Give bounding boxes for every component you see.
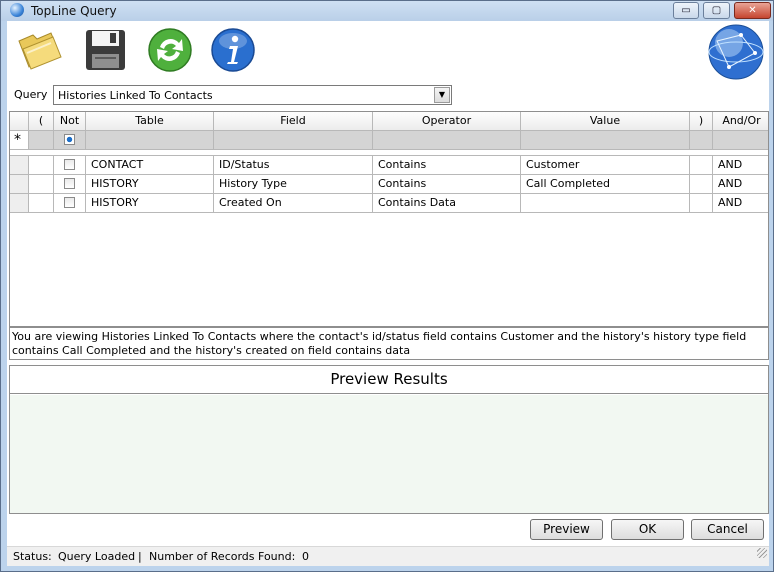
table-row[interactable]: HISTORY History Type Contains Call Compl… [10,175,768,194]
info-icon[interactable] [210,27,257,73]
column-header-operator[interactable]: Operator [373,112,521,131]
cell-not[interactable] [54,156,86,175]
title-bar[interactable]: TopLine Query ▭ ▢ ✕ [1,1,773,21]
new-row-field[interactable] [214,131,373,150]
status-bar: Status: Query Loaded | Number of Records… [7,546,769,566]
refresh-icon[interactable] [147,27,193,73]
cell-value[interactable]: Call Completed [521,175,690,194]
column-header-close-paren[interactable]: ) [690,112,713,131]
query-label: Query [14,88,48,101]
row-selector[interactable] [10,175,29,194]
not-checkbox[interactable] [64,177,75,189]
records-found-label: Number of Records Found: [149,550,296,563]
not-checkbox[interactable] [64,158,75,170]
cell-open-paren[interactable] [29,194,54,213]
status-state: Query Loaded [58,550,136,563]
minimize-button[interactable]: ▭ [673,2,699,19]
close-button[interactable]: ✕ [734,2,771,19]
resize-grip-icon[interactable] [757,548,767,558]
asterisk-icon: * [14,132,21,148]
app-icon [10,3,24,17]
ok-button[interactable]: OK [611,519,684,540]
app-window: TopLine Query ▭ ▢ ✕ Query Histories Link… [0,0,774,572]
criteria-grid: ( Not Table Field Operator Value ) And/O… [9,111,769,327]
cell-andor[interactable]: AND [713,194,768,213]
cell-field[interactable]: History Type [214,175,373,194]
cell-value[interactable] [521,194,690,213]
cell-not[interactable] [54,194,86,213]
cell-field[interactable]: Created On [214,194,373,213]
row-header-corner [10,112,29,131]
cancel-button[interactable]: Cancel [691,519,764,540]
not-checkbox[interactable] [64,196,75,208]
grid-header-row: ( Not Table Field Operator Value ) And/O… [10,112,768,131]
column-header-andor[interactable]: And/Or [713,112,768,131]
new-row-operator[interactable] [373,131,521,150]
cell-not[interactable] [54,175,86,194]
cell-table[interactable]: CONTACT [86,156,214,175]
preview-results-area[interactable] [10,395,768,513]
preview-panel: Preview Results [9,365,769,514]
cell-open-paren[interactable] [29,156,54,175]
cell-andor[interactable]: AND [713,156,768,175]
preview-button[interactable]: Preview [530,519,603,540]
cell-field[interactable]: ID/Status [214,156,373,175]
globe-icon [708,24,764,80]
cell-open-paren[interactable] [29,175,54,194]
preview-title: Preview Results [10,366,768,394]
column-header-value[interactable]: Value [521,112,690,131]
new-row-open-paren[interactable] [29,131,54,150]
query-description: You are viewing Histories Linked To Cont… [9,327,769,360]
cell-close-paren[interactable] [690,156,713,175]
cell-close-paren[interactable] [690,175,713,194]
column-header-open-paren[interactable]: ( [29,112,54,131]
new-row-table[interactable] [86,131,214,150]
cell-value[interactable]: Customer [521,156,690,175]
cell-table[interactable]: HISTORY [86,194,214,213]
table-row[interactable]: CONTACT ID/Status Contains Customer AND [10,156,768,175]
table-row[interactable]: HISTORY Created On Contains Data AND [10,194,768,213]
query-selected-value: Histories Linked To Contacts [58,89,213,102]
cell-operator[interactable]: Contains Data [373,194,521,213]
cell-andor[interactable]: AND [713,175,768,194]
cell-operator[interactable]: Contains [373,156,521,175]
query-select[interactable]: Histories Linked To Contacts ▼ [53,85,452,105]
new-row-marker: * [10,131,29,150]
status-separator: | [138,550,142,563]
not-checkbox[interactable] [64,133,75,145]
cell-table[interactable]: HISTORY [86,175,214,194]
new-row-close-paren[interactable] [690,131,713,150]
chevron-down-icon[interactable]: ▼ [434,87,450,103]
cell-close-paren[interactable] [690,194,713,213]
column-header-table[interactable]: Table [86,112,214,131]
window-title: TopLine Query [31,4,117,18]
new-row-andor[interactable] [713,131,768,150]
cell-operator[interactable]: Contains [373,175,521,194]
row-selector[interactable] [10,156,29,175]
new-row-value[interactable] [521,131,690,150]
records-found-count: 0 [302,550,309,563]
row-selector[interactable] [10,194,29,213]
status-label: Status: [13,550,52,563]
new-row[interactable]: * [10,131,768,150]
client-area: Query Histories Linked To Contacts ▼ ( N… [7,21,769,566]
maximize-button[interactable]: ▢ [703,2,730,19]
column-header-field[interactable]: Field [214,112,373,131]
new-row-not[interactable] [54,131,86,150]
save-disk-icon[interactable] [83,27,128,73]
column-header-not[interactable]: Not [54,112,86,131]
folder-open-icon[interactable] [15,27,65,71]
